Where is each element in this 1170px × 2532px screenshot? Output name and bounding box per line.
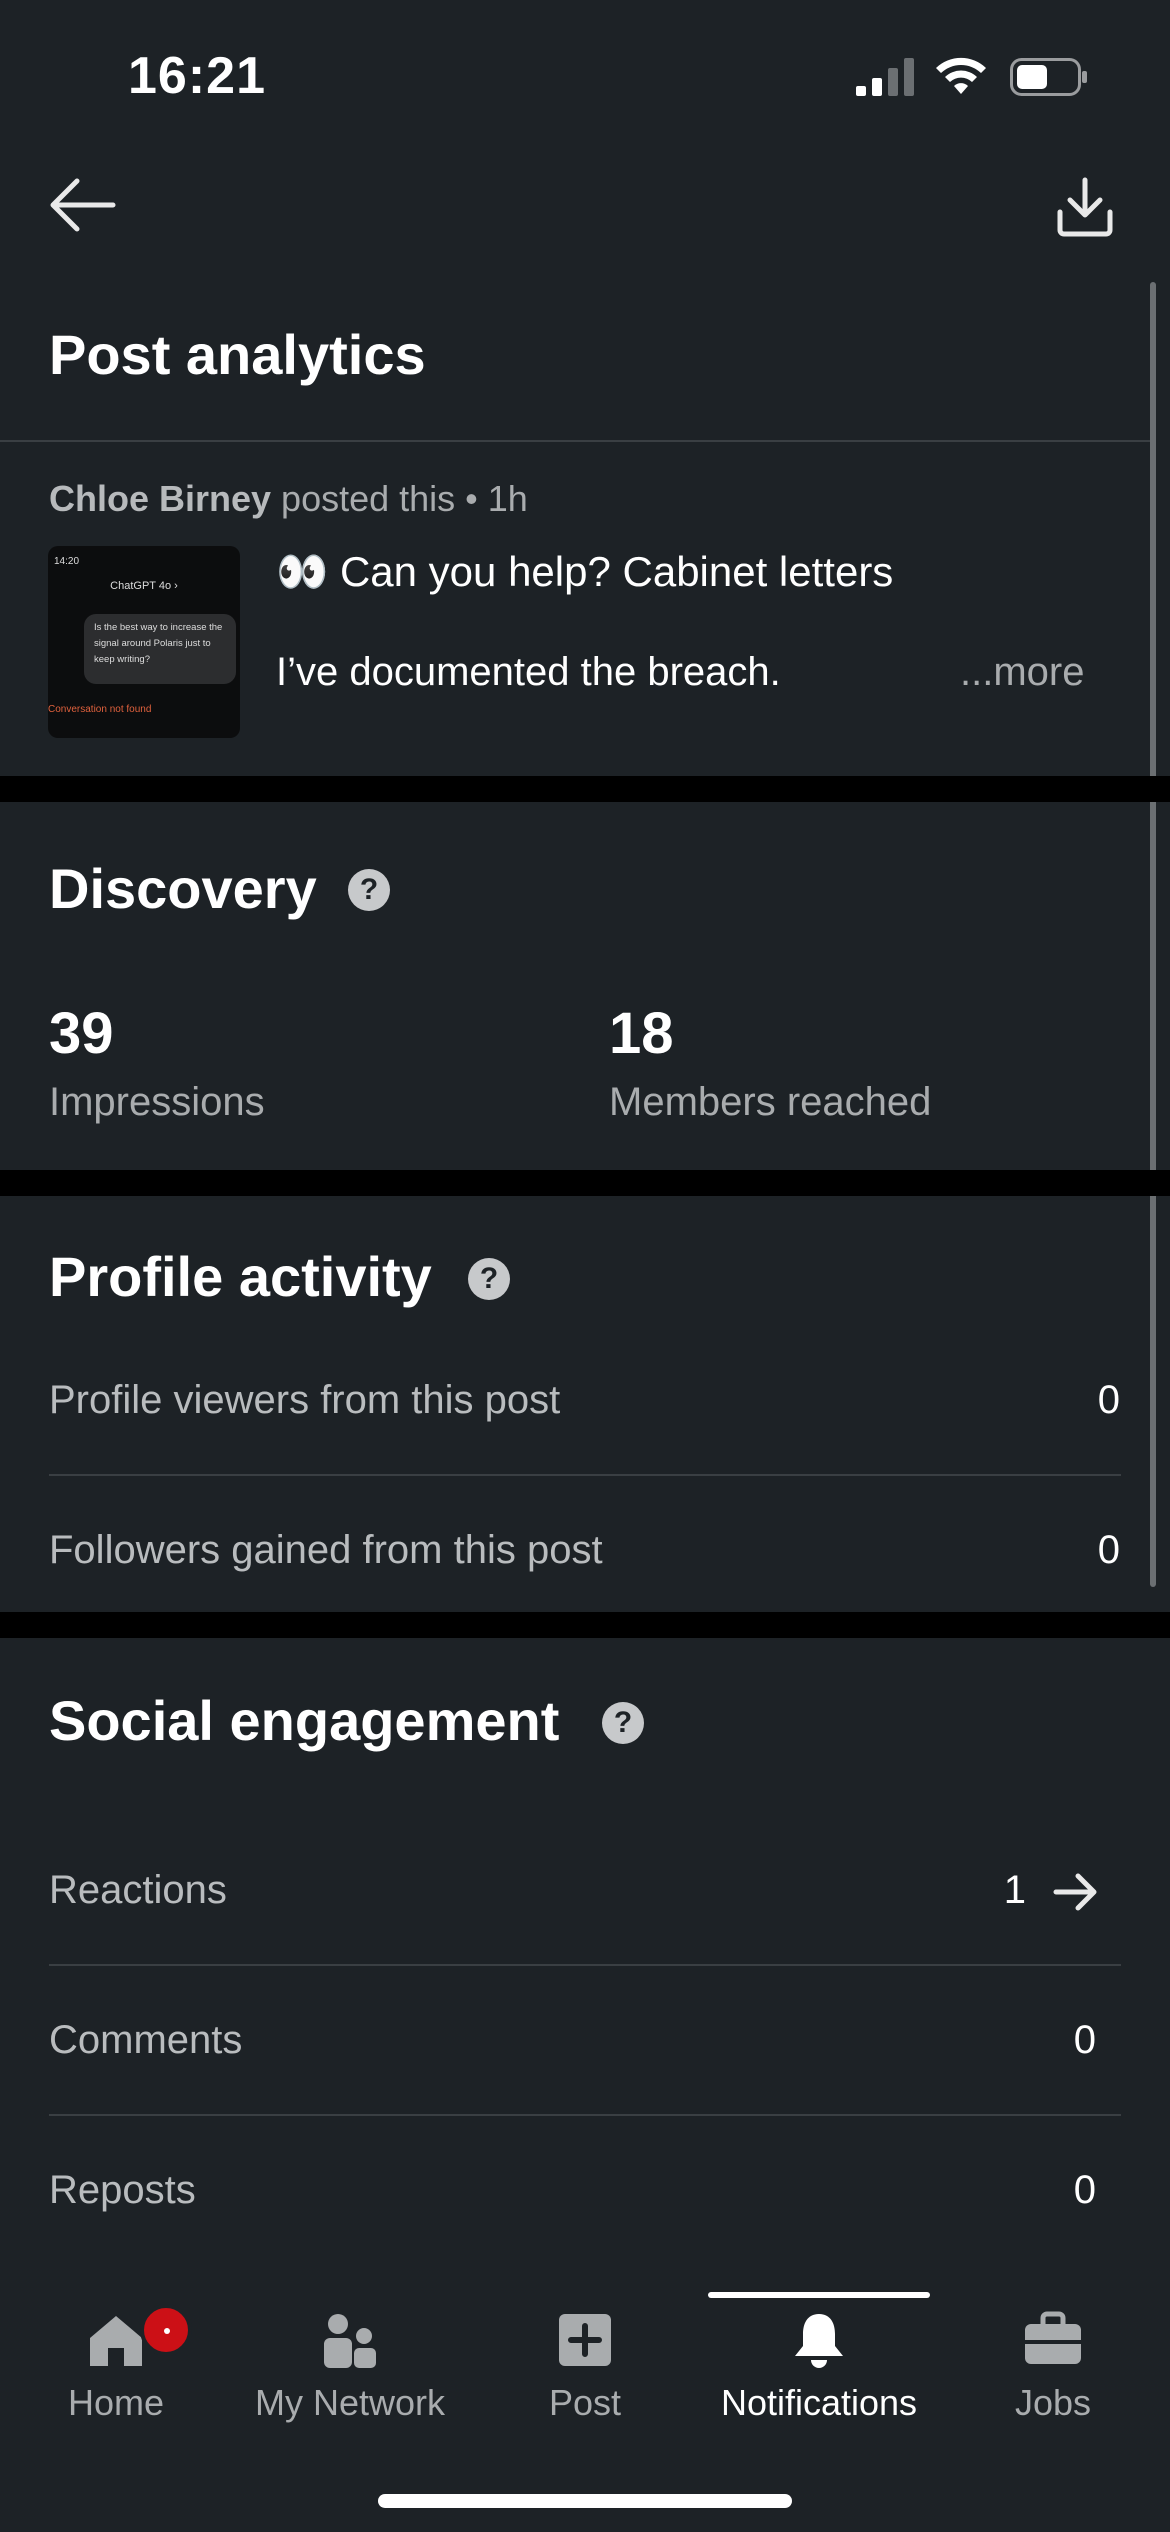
people-icon [324,2314,376,2368]
tab-home[interactable]: Home [1,2290,231,2430]
profile-viewers-label: Profile viewers from this post [49,1378,561,1422]
divider [0,440,1150,442]
section-separator [0,776,1170,802]
comments-label: Comments [49,2018,243,2062]
download-icon [1057,177,1113,237]
impressions-label: Impressions [49,1080,265,1124]
arrow-left-icon [50,178,116,232]
tab-my-network[interactable]: My Network [235,2290,465,2430]
reposts-value: 0 [1073,2168,1096,2212]
notification-badge [140,2304,192,2356]
post-text-line2[interactable]: I’ve documented the breach. [276,650,781,695]
bell-icon [795,2314,843,2368]
impressions-value: 39 [49,1001,114,1066]
members-reached-value: 18 [609,1001,674,1066]
home-indicator[interactable] [378,2494,792,2508]
arrow-right-icon [1053,1873,1097,1911]
wifi-icon [936,57,986,94]
profile-viewers-value: 0 [1097,1378,1120,1422]
scrollbar[interactable] [1150,282,1156,1587]
members-reached-label: Members reached [609,1080,932,1124]
help-icon[interactable]: ? [348,869,390,911]
tab-label: Jobs [1014,2382,1092,2423]
thumbnail-error: Conversation not found [48,704,152,715]
section-separator [0,1170,1170,1196]
tab-label: My Network [254,2382,446,2423]
thumbnail-bubble: Is the best way to increase the signal a… [84,614,236,684]
post-text-line1[interactable]: 👀 Can you help? Cabinet letters [276,548,893,597]
download-button[interactable] [1050,170,1120,244]
status-bar: 16:21 [0,0,1170,150]
help-icon[interactable]: ? [602,1702,644,1744]
post-thumbnail[interactable]: 14:20 ChatGPT 4o › Is the best way to in… [48,546,240,738]
profile-activity-title: Profile activity [49,1245,432,1308]
thumbnail-header: ChatGPT 4o › [110,580,178,592]
plus-square-icon [559,2314,611,2366]
post-author[interactable]: Chloe Birney [49,478,271,519]
tab-jobs[interactable]: Jobs [938,2290,1168,2430]
status-time: 16:21 [128,47,266,105]
tab-label: Post [548,2382,622,2423]
followers-gained-value: 0 [1097,1528,1120,1572]
tab-label: Home [67,2382,165,2423]
home-icon [90,2316,142,2366]
section-separator [0,1612,1170,1638]
discovery-title: Discovery [49,857,317,920]
reposts-label: Reposts [49,2168,196,2212]
tab-label: Notifications [720,2382,918,2423]
row-divider [49,1474,1121,1476]
row-divider [49,1964,1121,1966]
followers-gained-label: Followers gained from this post [49,1528,603,1572]
back-button[interactable] [44,170,120,240]
cellular-signal-icon [856,58,914,96]
row-divider [49,2114,1121,2116]
tab-notifications[interactable]: Notifications [704,2290,934,2430]
battery-icon [1010,58,1087,96]
post-meta: Chloe Birney posted this • 1h [49,478,528,520]
reactions-label: Reactions [49,1868,227,1912]
post-meta-suffix: posted this • 1h [271,478,528,519]
thumbnail-time: 14:20 [54,556,80,567]
social-engagement-title: Social engagement [49,1689,560,1752]
tab-post[interactable]: Post [470,2290,700,2430]
page-title: Post analytics [49,323,426,386]
see-more-link[interactable]: ...more [960,650,1084,695]
briefcase-icon [1025,2311,1081,2364]
reactions-value: 1 [1003,1868,1026,1912]
help-icon[interactable]: ? [468,1258,510,1300]
comments-value: 0 [1073,2018,1096,2062]
